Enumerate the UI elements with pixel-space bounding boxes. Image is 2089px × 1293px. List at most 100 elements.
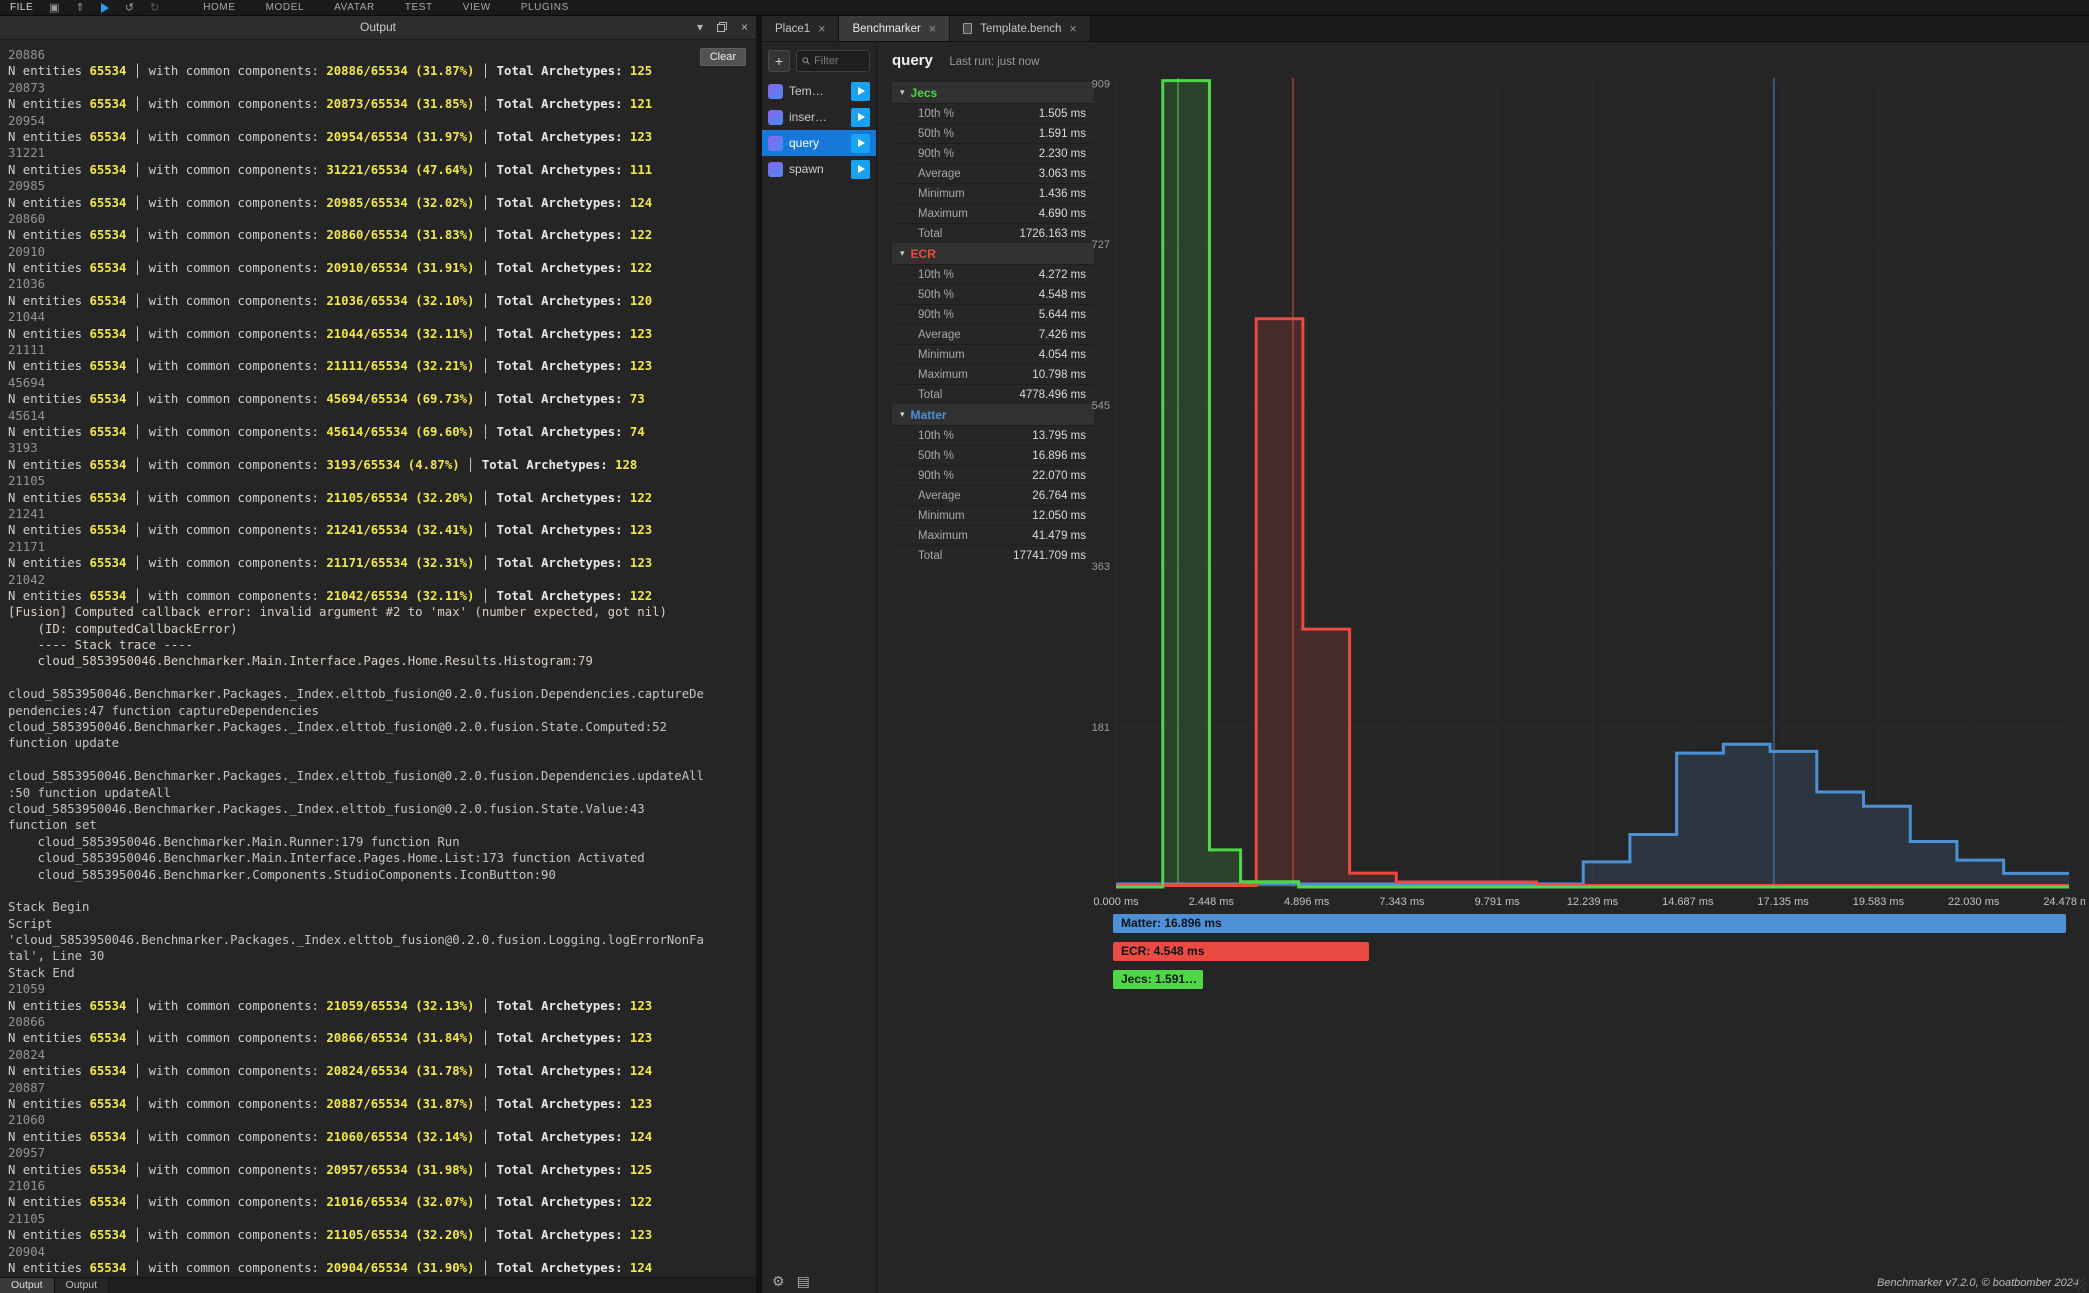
- filter-input[interactable]: [814, 55, 864, 67]
- console-text-segment: Total Archetypes:: [497, 327, 630, 341]
- chevron-down-icon[interactable]: ▾: [697, 20, 703, 34]
- console-line: 20954: [8, 113, 756, 129]
- console-line: function update: [8, 735, 756, 751]
- menu-tab-model[interactable]: MODEL: [266, 2, 305, 13]
- list-item-Tem[interactable]: Tem…: [762, 78, 876, 104]
- menu-tab-plugins[interactable]: PLUGINS: [521, 2, 569, 13]
- docs-icon[interactable]: ▤: [797, 1273, 810, 1290]
- console-text-segment: │: [474, 1097, 496, 1111]
- run-button[interactable]: [851, 82, 870, 101]
- tab-label: Place1: [775, 23, 810, 35]
- console-text-segment: N entities: [8, 327, 89, 341]
- save-icon[interactable]: ▣: [49, 3, 59, 13]
- console-text-segment: 124: [630, 1064, 652, 1078]
- undo-icon[interactable]: ↺: [125, 3, 134, 13]
- menu-tab-test[interactable]: TEST: [405, 2, 433, 13]
- console-line: N entities 65534 │ with common component…: [8, 998, 756, 1014]
- console-text-segment: │: [474, 261, 496, 275]
- console-text-segment: 65534: [89, 64, 126, 78]
- tab-close-icon[interactable]: ×: [818, 22, 825, 36]
- stat-value: 3.063 ms: [1039, 168, 1086, 180]
- list-item-inser[interactable]: inser…: [762, 104, 876, 130]
- run-button[interactable]: [851, 108, 870, 127]
- console-line: function set: [8, 817, 756, 833]
- tab-benchmarker[interactable]: Benchmarker×: [839, 16, 950, 41]
- console-text-segment: 21105/65534 (32.20%): [326, 1228, 474, 1242]
- console-text-segment: 65534: [89, 1130, 126, 1144]
- console-text-segment: │ with common components:: [126, 130, 326, 144]
- console-text-segment: 73: [630, 392, 645, 406]
- stat-row: 50th %4.548 ms: [892, 284, 1094, 304]
- console-text-segment: 3193/65534 (4.87%): [326, 458, 459, 472]
- console-text-segment: [Fusion] Computed callback error: invali…: [8, 605, 667, 619]
- stat-label: Minimum: [918, 188, 965, 200]
- list-item-query[interactable]: query: [762, 130, 876, 156]
- output-titlebar[interactable]: Output ▾ ×: [0, 16, 756, 40]
- run-button[interactable]: [851, 134, 870, 153]
- console-text-segment: 65534: [89, 163, 126, 177]
- stat-value: 22.070 ms: [1032, 470, 1086, 482]
- console-text-segment: N entities: [8, 130, 89, 144]
- console-text-segment: │ with common components:: [126, 1163, 326, 1177]
- output-console[interactable]: 20886N entities 65534 │ with common comp…: [0, 41, 756, 1277]
- console-text-segment: │: [474, 228, 496, 242]
- console-text-segment: 21105: [8, 1212, 45, 1226]
- console-line: [8, 670, 756, 686]
- console-text-segment: 31221/65534 (47.64%): [326, 163, 474, 177]
- console-line: 21036: [8, 276, 756, 292]
- publish-icon[interactable]: ⇑: [76, 3, 85, 13]
- console-text-segment: 65534: [89, 458, 126, 472]
- stats-group-header-matter[interactable]: ▾Matter: [892, 404, 1094, 425]
- file-menu[interactable]: FILE: [10, 2, 33, 13]
- menu-tab-view[interactable]: VIEW: [463, 2, 491, 13]
- settings-gear-icon[interactable]: ⚙: [772, 1273, 785, 1290]
- console-text-segment: 20886: [8, 48, 45, 62]
- stats-group-header-ecr[interactable]: ▾ECR: [892, 243, 1094, 264]
- console-text-segment: 65534: [89, 1097, 126, 1111]
- console-text-segment: 128: [615, 458, 637, 472]
- console-text-segment: N entities: [8, 294, 89, 308]
- bench-icon: [768, 110, 783, 125]
- console-line: 21060: [8, 1112, 756, 1128]
- console-text-segment: 65534: [89, 228, 126, 242]
- tab-place1[interactable]: Place1 ×: [762, 16, 839, 41]
- tab-template-bench[interactable]: Template.bench×: [950, 16, 1091, 41]
- console-text-segment: 65534: [89, 261, 126, 275]
- filter-box[interactable]: [796, 50, 870, 72]
- run-button[interactable]: [851, 160, 870, 179]
- stat-value: 17741.709 ms: [1013, 550, 1086, 562]
- console-text-segment: │: [474, 97, 496, 111]
- play-icon[interactable]: [101, 3, 109, 13]
- console-line: N entities 65534 │ with common component…: [8, 63, 756, 79]
- y-tick-label: 181: [1092, 722, 1110, 734]
- console-text-segment: 122: [630, 228, 652, 242]
- stat-row: 90th %5.644 ms: [892, 304, 1094, 324]
- menu-tab-home[interactable]: HOME: [203, 2, 235, 13]
- output-dock-tab[interactable]: Output: [0, 1278, 55, 1293]
- console-text-segment: │: [474, 359, 496, 373]
- list-item-spawn[interactable]: spawn: [762, 156, 876, 182]
- console-text-segment: 21016: [8, 1179, 45, 1193]
- add-benchmark-button[interactable]: +: [768, 50, 790, 72]
- tab-close-icon[interactable]: ×: [1069, 22, 1076, 36]
- editor-tabstrip: Place1×Benchmarker×Template.bench×: [762, 16, 2089, 42]
- stat-label: Average: [918, 168, 961, 180]
- console-text-segment: 20824: [8, 1048, 45, 1062]
- output-dock-tab[interactable]: Output: [55, 1278, 110, 1293]
- stats-group-header-jecs[interactable]: ▾Jecs: [892, 82, 1094, 103]
- clear-button[interactable]: Clear: [700, 48, 746, 66]
- console-text-segment: 65534: [89, 1031, 126, 1045]
- close-icon[interactable]: ×: [741, 20, 748, 34]
- console-text-segment: (ID: computedCallbackError): [8, 622, 238, 636]
- console-text-segment: │ with common components:: [126, 589, 326, 603]
- stat-label: Maximum: [918, 208, 968, 220]
- stat-row: Maximum41.479 ms: [892, 525, 1094, 545]
- popout-icon[interactable]: [716, 21, 728, 33]
- console-text-segment: │: [474, 491, 496, 505]
- menu-tab-avatar[interactable]: AVATAR: [334, 2, 375, 13]
- console-text-segment: 65534: [89, 1064, 126, 1078]
- resize-grip[interactable]: [2074, 1278, 2087, 1291]
- console-text-segment: │: [474, 64, 496, 78]
- redo-icon[interactable]: ↻: [150, 3, 159, 13]
- tab-close-icon[interactable]: ×: [929, 22, 936, 36]
